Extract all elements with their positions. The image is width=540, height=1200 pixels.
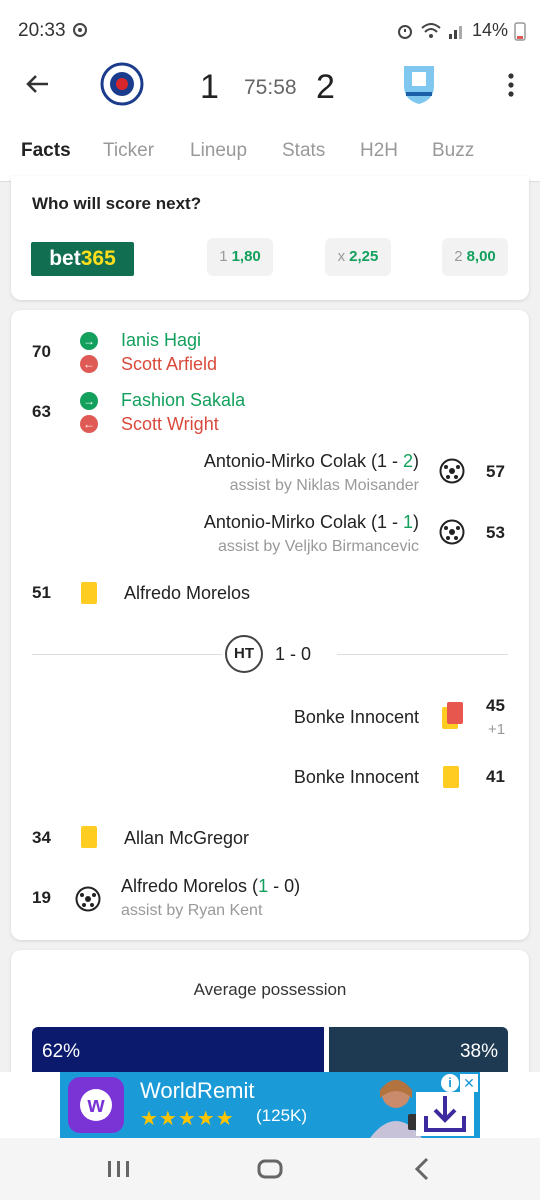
ad-banner-area: w WorldRemit ★★★★★ (125K) i ✕ [0, 1072, 540, 1138]
player-in[interactable]: Ianis Hagi [121, 330, 201, 351]
goal-ball-icon [439, 458, 465, 484]
malmo-crest-icon[interactable] [400, 62, 438, 106]
goal-scorer[interactable]: Antonio-Mirko Colak (1 - 2) [111, 451, 419, 472]
status-time: 20:33 [18, 20, 66, 41]
alarm-icon [397, 24, 412, 39]
event-extra-time: +1 [488, 721, 506, 738]
ad-banner[interactable]: w WorldRemit ★★★★★ (125K) i ✕ [60, 1072, 480, 1138]
rating-stars-icon: ★★★★★ [140, 1108, 235, 1130]
match-clock: 75:58 [244, 76, 297, 99]
home-icon[interactable] [256, 1157, 284, 1181]
home-score: 1 [200, 68, 219, 106]
sub-out-icon: ← [80, 355, 98, 373]
booked-player[interactable]: Allan McGregor [124, 828, 249, 849]
tab-buzz[interactable]: Buzz [432, 140, 474, 162]
player-out[interactable]: Scott Wright [121, 414, 219, 435]
event-minute: 51 [32, 583, 51, 602]
divider [32, 654, 222, 655]
tab-h2h[interactable]: H2H [360, 140, 398, 162]
odds-card: Who will score next? bet365 1 1,80 x 2,25 … [11, 176, 529, 300]
tab-lineup[interactable]: Lineup [190, 140, 247, 162]
tab-stats[interactable]: Stats [282, 140, 325, 162]
odds-draw-button[interactable]: x 2,25 [325, 238, 391, 276]
back-arrow-icon[interactable] [22, 68, 54, 100]
ad-close-icon[interactable]: ✕ [460, 1074, 478, 1092]
tab-bar: Facts Ticker Lineup Stats H2H Buzz [0, 130, 540, 182]
booked-player[interactable]: Alfredo Morelos [124, 583, 250, 604]
booked-player[interactable]: Bonke Innocent [111, 767, 419, 788]
goal-ball-icon [439, 519, 465, 545]
event-minute: 45 [486, 696, 505, 715]
match-header: 1 75:58 2 [0, 62, 540, 130]
yellow-card-icon [81, 826, 97, 848]
sub-out-icon: ← [80, 415, 98, 433]
more-vert-icon[interactable] [500, 68, 522, 102]
ad-review-count: (125K) [256, 1106, 308, 1125]
odds-title: Who will score next? [32, 194, 202, 213]
download-icon[interactable] [416, 1092, 474, 1136]
event-minute: 63 [32, 402, 51, 421]
event-minute: 41 [486, 767, 505, 786]
possession-title: Average possession [193, 980, 347, 999]
worldremit-logo: w [68, 1077, 124, 1133]
red-card-icon [447, 702, 463, 724]
recents-icon[interactable] [106, 1158, 132, 1180]
wifi-icon [421, 22, 441, 38]
sub-in-icon: → [80, 332, 98, 350]
goal-assist[interactable]: assist by Niklas Moisander [111, 477, 419, 495]
event-minute: 57 [486, 462, 505, 481]
goal-assist[interactable]: assist by Veljko Birmancevic [111, 538, 419, 556]
status-icons: 14% [396, 20, 526, 41]
status-bar: 20:33 14% [0, 0, 540, 62]
away-score: 2 [316, 68, 335, 106]
signal-icon [448, 25, 462, 39]
yellow-card-icon [443, 766, 459, 788]
events-card: 70 → ← Ianis Hagi Scott Arfield 63 → ← F… [11, 310, 529, 940]
halftime-score: 1 - 0 [275, 644, 312, 664]
odds-away-button[interactable]: 2 8,00 [442, 238, 508, 276]
goal-ball-icon [75, 886, 101, 912]
rangers-crest-icon[interactable] [100, 62, 144, 106]
booked-player[interactable]: Bonke Innocent [111, 707, 419, 728]
ad-title: WorldRemit [140, 1078, 255, 1103]
player-out[interactable]: Scott Arfield [121, 354, 217, 375]
goal-scorer[interactable]: Alfredo Morelos (1 - 0) [121, 876, 300, 897]
battery-icon [514, 21, 526, 41]
bet365-logo[interactable]: bet365 [31, 242, 134, 276]
ad-info-icon[interactable]: i [441, 1074, 459, 1092]
battery-percent: 14% [471, 20, 508, 40]
sub-in-icon: → [80, 392, 98, 410]
goal-scorer[interactable]: Antonio-Mirko Colak (1 - 1) [111, 512, 419, 533]
possession-away-bar: 38% [329, 1027, 508, 1077]
odds-home-button[interactable]: 1 1,80 [207, 238, 273, 276]
back-nav-icon[interactable] [412, 1156, 432, 1182]
event-minute: 53 [486, 523, 505, 542]
tab-facts[interactable]: Facts [21, 140, 71, 162]
goal-assist[interactable]: assist by Ryan Kent [121, 902, 262, 920]
yellow-card-icon [81, 582, 97, 604]
sync-icon [73, 23, 87, 37]
event-minute: 70 [32, 342, 51, 361]
possession-card: Average possession 62% 38% [11, 950, 529, 1080]
tab-ticker[interactable]: Ticker [103, 140, 154, 162]
possession-home-bar: 62% [32, 1027, 324, 1077]
halftime-badge: HT [225, 635, 263, 673]
system-nav-bar [0, 1138, 540, 1200]
event-minute: 34 [32, 828, 51, 847]
divider [337, 654, 508, 655]
event-minute: 19 [32, 888, 51, 907]
player-in[interactable]: Fashion Sakala [121, 390, 245, 411]
